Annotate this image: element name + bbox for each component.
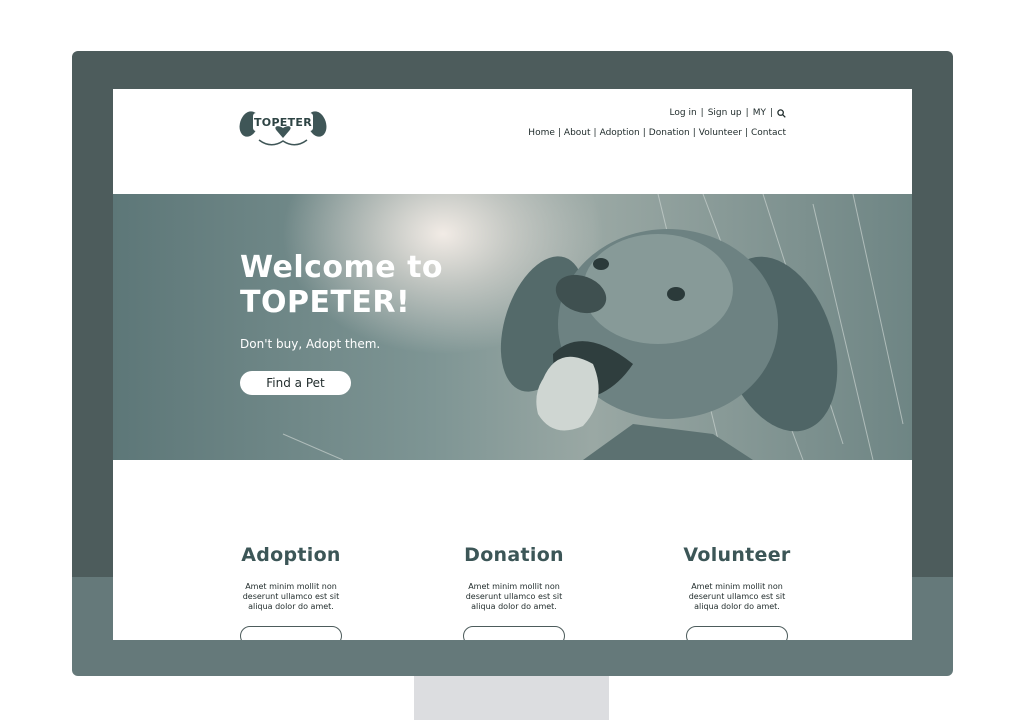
- feature-adoption: Adoption Amet minim mollit non deserunt …: [201, 544, 381, 640]
- feature-text: Amet minim mollit non deserunt ullamco e…: [688, 582, 786, 611]
- hero-banner: Welcome to TOPETER! Don't buy, Adopt the…: [113, 194, 912, 460]
- website-screen: TOPETER Log in | Sign up | MY | Home | A…: [113, 89, 912, 640]
- nav-adoption[interactable]: Adoption: [600, 128, 640, 138]
- separator: |: [744, 128, 748, 138]
- main-nav: Home | About | Adoption | Donation | Vol…: [528, 128, 786, 138]
- feature-volunteer: Volunteer Amet minim mollit non deserunt…: [647, 544, 827, 640]
- separator: |: [593, 128, 597, 138]
- separator: |: [557, 128, 561, 138]
- feature-title: Donation: [464, 544, 564, 566]
- search-icon[interactable]: [777, 108, 786, 118]
- feature-button[interactable]: [240, 626, 342, 640]
- feature-title: Adoption: [241, 544, 341, 566]
- logo[interactable]: TOPETER: [239, 107, 327, 151]
- feature-button[interactable]: [686, 626, 788, 640]
- nav-contact[interactable]: Contact: [751, 128, 786, 138]
- separator: |: [700, 108, 704, 118]
- feature-donation: Donation Amet minim mollit non deserunt …: [424, 544, 604, 640]
- feature-text: Amet minim mollit non deserunt ullamco e…: [465, 582, 563, 611]
- feature-title: Volunteer: [683, 544, 791, 566]
- nav-donation[interactable]: Donation: [649, 128, 690, 138]
- nav-home[interactable]: Home: [528, 128, 555, 138]
- utility-links: Log in | Sign up | MY |: [670, 108, 786, 118]
- logo-text: TOPETER: [254, 116, 312, 129]
- login-link[interactable]: Log in: [670, 108, 697, 118]
- my-link[interactable]: MY: [753, 108, 766, 118]
- separator: |: [692, 128, 696, 138]
- monitor-stand: [414, 676, 609, 720]
- feature-button[interactable]: [463, 626, 565, 640]
- nav-volunteer[interactable]: Volunteer: [699, 128, 742, 138]
- signup-link[interactable]: Sign up: [708, 108, 742, 118]
- hero-title: Welcome to TOPETER!: [240, 250, 444, 320]
- separator: |: [745, 108, 749, 118]
- dog-photo: [282, 194, 904, 460]
- logo-graphic: TOPETER: [239, 111, 327, 146]
- separator: |: [769, 108, 773, 118]
- hero-subtitle: Don't buy, Adopt them.: [240, 337, 381, 351]
- find-a-pet-button[interactable]: Find a Pet: [240, 371, 351, 395]
- nav-about[interactable]: About: [564, 128, 591, 138]
- feature-text: Amet minim mollit non deserunt ullamco e…: [242, 582, 340, 611]
- separator: |: [642, 128, 646, 138]
